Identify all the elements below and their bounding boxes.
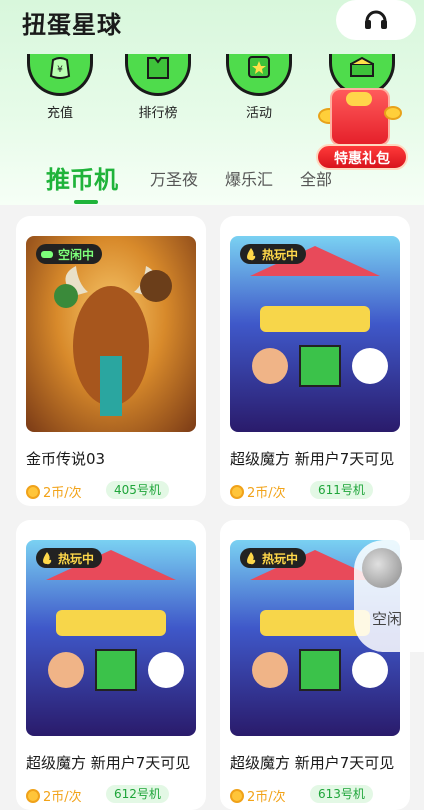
category-label: 充值 [46,106,73,121]
tab-coin-pusher[interactable]: 推币机 [46,160,118,195]
machine-card[interactable]: 热玩中 超级魔方 新用户7天可见 2币/次 611号机 [220,216,410,506]
price: 2币/次 [230,786,286,805]
coin-icon [230,788,244,803]
magic-cube-illustration [46,550,184,691]
price: 2币/次 [26,786,82,805]
category-events[interactable]: 活动 [217,54,301,121]
category-label: 活动 [245,106,272,121]
machine-number-tag: 612号机 [106,785,169,803]
category-recharge[interactable]: ¥ 充值 [18,54,102,121]
active-tab-indicator [74,200,98,204]
tab-baolehui[interactable]: 爆乐汇 [225,166,273,190]
float-label: 空闲 [372,610,403,628]
machine-thumbnail: 热玩中 [230,236,400,432]
coin-icon [384,106,402,120]
float-ball-icon [362,548,402,588]
app-title: 扭蛋星球 [22,11,122,39]
price-text: 2币/次 [247,486,286,501]
price-text: 2币/次 [247,790,286,805]
magic-cube-illustration [250,246,388,387]
machine-number-tag: 405号机 [106,481,169,499]
status-text: 热玩中 [262,551,299,566]
tab-halloween[interactable]: 万圣夜 [150,166,198,190]
star-badge-icon [226,54,292,96]
svg-text:¥: ¥ [57,65,63,75]
status-badge: 空闲中 [36,244,103,264]
category-label: 排行榜 [138,106,178,121]
status-badge: 热玩中 [240,244,307,264]
flame-icon [43,552,52,565]
flame-icon [247,552,256,565]
price-text: 2币/次 [43,790,82,805]
machine-number-tag: 613号机 [310,785,373,803]
money-bag-icon: ¥ [27,54,93,96]
category-leaderboard[interactable]: 排行榜 [116,54,200,121]
floating-idle-widget[interactable]: 空闲 [354,540,424,652]
coin-icon [230,484,244,499]
status-text: 空闲中 [58,247,95,262]
machine-thumbnail: 热玩中 [26,540,196,736]
bull-warrior-illustration [54,266,172,416]
coin-icon [346,92,372,106]
price: 2币/次 [230,482,286,501]
customer-service-button[interactable] [336,0,416,40]
machine-title: 超级魔方 新用户7天可见 [230,754,395,772]
machine-card[interactable]: 空闲中 金币传说03 2币/次 405号机 [16,216,206,506]
headset-icon [365,10,387,29]
machine-card[interactable]: 热玩中 超级魔方 新用户7天可见 2币/次 612号机 [16,520,206,810]
coin-icon [26,484,40,499]
status-text: 热玩中 [262,247,299,262]
trophy-shirt-icon [125,54,191,96]
status-badge: 热玩中 [240,548,307,568]
gamepad-icon [41,251,53,258]
machine-number-tag: 611号机 [310,481,373,499]
price-text: 2币/次 [43,486,82,501]
machine-thumbnail: 空闲中 [26,236,196,432]
price: 2币/次 [26,482,82,501]
status-text: 热玩中 [58,551,95,566]
status-badge: 热玩中 [36,548,103,568]
tab-all[interactable]: 全部 [300,166,332,190]
flame-icon [247,248,256,261]
tab-bar: 推币机 万圣夜 爆乐汇 全部 [0,160,340,204]
machine-title: 金币传说03 [26,450,106,468]
machine-title: 超级魔方 新用户7天可见 [230,450,395,468]
coin-icon [26,788,40,803]
machine-title: 超级魔方 新用户7天可见 [26,754,191,772]
